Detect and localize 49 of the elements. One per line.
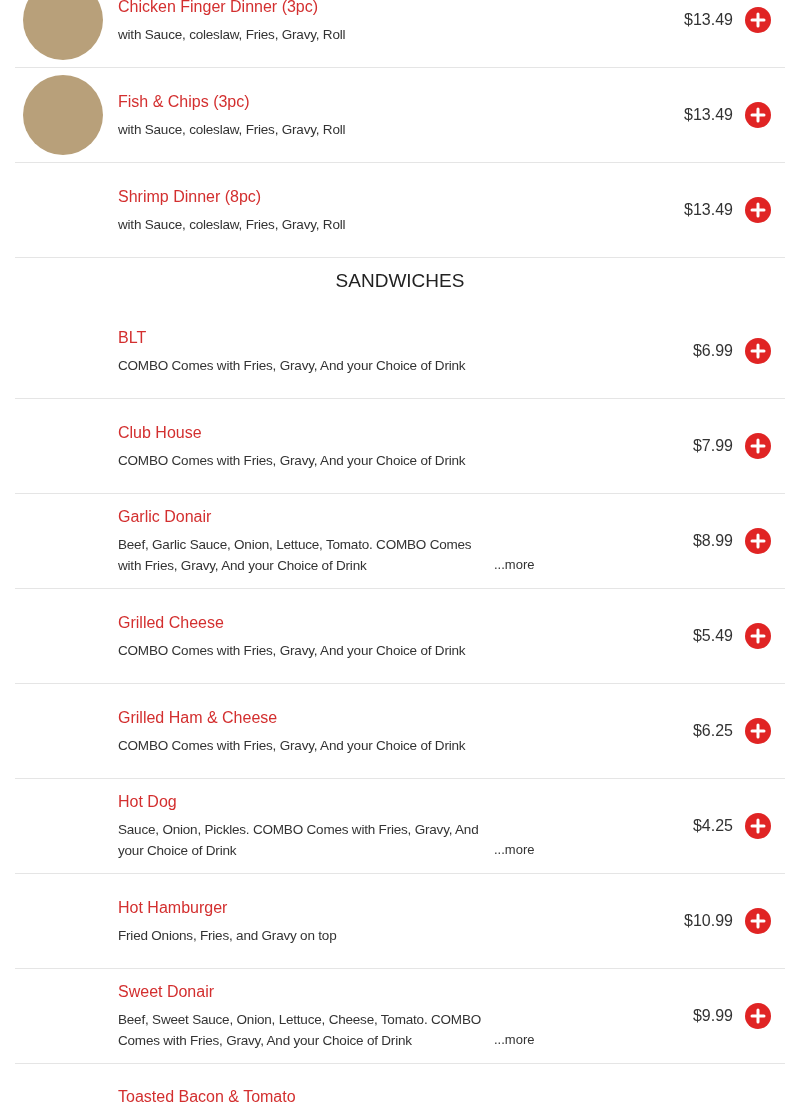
item-name[interactable]: Grilled Ham & Cheese (118, 706, 490, 729)
item-name[interactable]: BLT (118, 326, 490, 349)
item-description: Beef, Sweet Sauce, Onion, Lettuce, Cheese, Tomato. COMBO Comes with Fries, Gravy, And your Choice of Drink (118, 1011, 482, 1050)
item-name[interactable]: Club House (118, 421, 490, 444)
add-button[interactable] (745, 7, 771, 33)
add-button[interactable] (745, 623, 771, 649)
item-name[interactable]: Chicken Finger Dinner (3pc) (118, 0, 490, 18)
add-button[interactable] (745, 197, 771, 223)
add-button[interactable] (745, 433, 771, 459)
item-description: COMBO Comes with Fries, Gravy, And your Choice of Drink (118, 736, 467, 755)
item-description: Beef, Garlic Sauce, Onion, Lettuce, Tomato. COMBO Comes with Fries, Gravy, And your Choice of Drink (118, 536, 473, 575)
item-name[interactable]: Hot Dog (118, 791, 490, 813)
item-name[interactable]: Fish & Chips (3pc) (118, 90, 490, 113)
item-name[interactable]: Toasted Bacon & Tomato (118, 1086, 490, 1108)
more-link[interactable]: ...more (494, 839, 535, 859)
item-price: $8.99 (692, 531, 733, 551)
add-button[interactable] (745, 338, 771, 364)
section-heading: SANDWICHES (335, 268, 465, 293)
item-description: with Sauce, coleslaw, Fries, Gravy, Roll (118, 120, 347, 139)
item-price: $6.99 (692, 341, 733, 361)
more-link[interactable]: ...more (494, 554, 535, 574)
item-price: $6.25 (692, 721, 733, 741)
add-button[interactable] (745, 908, 771, 934)
item-description: with Sauce, coleslaw, Fries, Gravy, Roll (118, 25, 347, 44)
item-price: $5.49 (692, 626, 733, 646)
item-name[interactable]: Grilled Cheese (118, 611, 490, 634)
item-description: with Sauce, coleslaw, Fries, Gravy, Roll (118, 215, 347, 234)
item-description: COMBO Comes with Fries, Gravy, And your Choice of Drink (118, 451, 467, 470)
more-link[interactable]: ...more (494, 1029, 535, 1049)
item-description: COMBO Comes with Fries, Gravy, And your Choice of Drink (118, 641, 467, 660)
item-price: $13.49 (684, 10, 733, 30)
add-button[interactable] (745, 718, 771, 744)
add-button[interactable] (745, 1003, 771, 1029)
item-description: Sauce, Onion, Pickles. COMBO Comes with Fries, Gravy, And your Choice of Drink (118, 821, 480, 860)
item-price: $13.49 (684, 105, 733, 125)
item-name[interactable]: Hot Hamburger (118, 896, 490, 919)
add-button[interactable] (745, 102, 771, 128)
item-name[interactable]: Sweet Donair (118, 981, 490, 1003)
item-price: $9.99 (692, 1006, 733, 1026)
add-button[interactable] (745, 813, 771, 839)
item-name[interactable]: Shrimp Dinner (8pc) (118, 185, 490, 208)
item-description: Fried Onions, Fries, and Gravy on top (118, 926, 338, 945)
item-name[interactable]: Garlic Donair (118, 506, 490, 528)
item-price: $7.99 (692, 436, 733, 456)
item-price: $10.99 (684, 911, 733, 931)
item-price: $13.49 (684, 200, 733, 220)
add-button[interactable] (745, 528, 771, 554)
item-description: COMBO Comes with Fries, Gravy, And your Choice of Drink (118, 356, 467, 375)
item-price: $4.25 (692, 816, 733, 836)
